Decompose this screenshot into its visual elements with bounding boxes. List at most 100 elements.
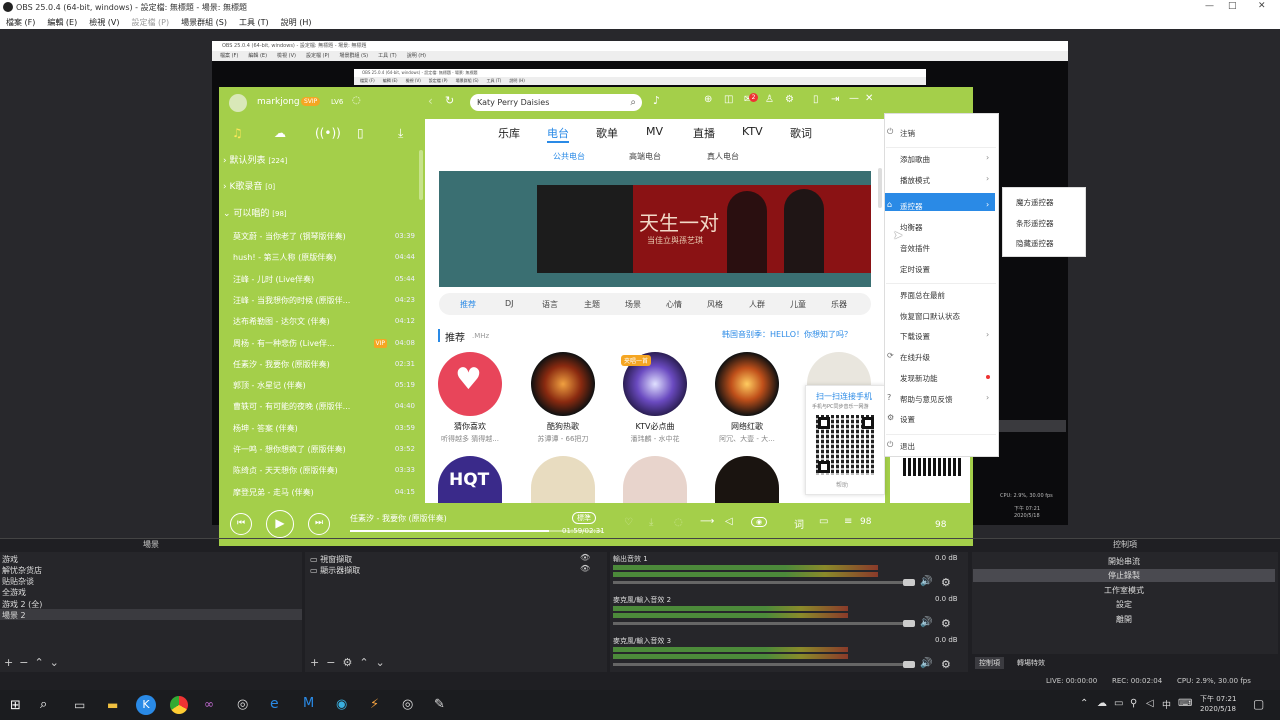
add-icon[interactable]: + — [4, 656, 13, 669]
menu-item[interactable]: 音效插件 — [900, 243, 930, 254]
close-icon[interactable]: ✕ — [865, 93, 873, 104]
song-row[interactable]: 周杨 - 有一种悲伤 (Live伴... VIP 04:08 — [233, 333, 415, 354]
restore-icon[interactable]: ⇥ — [831, 94, 839, 105]
download-icon[interactable]: ⤓ — [398, 126, 403, 141]
move-up-icon[interactable]: ⌃ — [34, 656, 43, 669]
quality-button[interactable]: 標準 — [572, 512, 596, 524]
infinity-icon[interactable]: ∞ — [204, 697, 214, 711]
lyrics-icon[interactable]: 词 — [794, 516, 804, 531]
speaker-icon[interactable]: 🔊 — [920, 576, 932, 587]
menu-view[interactable]: 檢視 (V) — [89, 17, 119, 28]
volume-slider[interactable] — [613, 663, 915, 666]
sidebar-scrollbar[interactable] — [419, 150, 423, 200]
avatar[interactable] — [229, 94, 247, 112]
more-icon[interactable]: ◌ — [674, 517, 683, 528]
menu-item[interactable]: 界面总在最前 — [900, 290, 945, 301]
close-icon[interactable]: ✕ — [1258, 1, 1266, 11]
minimize-icon[interactable]: — — [1205, 1, 1214, 11]
usb-icon[interactable]: ⚲ — [1130, 698, 1137, 709]
song-row[interactable]: 曹轶可 - 有可能的夜晚 (原版伴... 04:40 — [233, 396, 415, 417]
list-singable[interactable]: ⌄ 可以唱的 [98] — [223, 206, 287, 219]
chrome-icon[interactable] — [170, 696, 188, 714]
song-row[interactable]: 汪峰 - 当我想你的时候 (原版伴... 04:23 — [233, 290, 415, 311]
add-icon[interactable]: + — [310, 656, 319, 669]
scene-item[interactable]: 贴贴杂谈 — [2, 576, 34, 587]
playlist-icon[interactable]: ≡ — [844, 516, 852, 527]
task-view-icon[interactable]: ▭ — [74, 698, 85, 712]
cat-mood[interactable]: 心情 — [666, 299, 682, 310]
edge-icon[interactable]: e — [270, 696, 279, 712]
game-icon[interactable]: ⊕ — [704, 94, 712, 105]
song-row[interactable]: 郭顶 - 水星记 (伴奏) 05:19 — [233, 375, 415, 396]
song-row[interactable]: 任素汐 - 我要你 (原版伴奏) 02:31 — [233, 354, 415, 375]
cat-style[interactable]: 风格 — [707, 299, 723, 310]
menu-item[interactable]: 在线升级 — [900, 352, 930, 363]
menu-item[interactable]: 设置 — [900, 414, 915, 425]
volume-knob[interactable] — [903, 620, 915, 627]
menu-tools[interactable]: 工具 (T) — [239, 17, 269, 28]
prev-button[interactable]: ⏮ — [230, 513, 252, 535]
kugou-icon[interactable]: K — [136, 695, 156, 715]
keyboard-icon[interactable]: ⌨ — [1178, 698, 1192, 709]
station-card-net[interactable] — [715, 352, 779, 416]
station-card-hot[interactable] — [531, 352, 595, 416]
menu-item[interactable]: 添加歌曲 › — [900, 153, 989, 165]
eye-icon[interactable]: 👁 — [580, 564, 590, 573]
exit-button[interactable]: 離開 — [973, 613, 1275, 626]
refresh-icon[interactable]: ↻ — [445, 94, 454, 107]
windows-start-icon[interactable]: ⊞ — [10, 698, 21, 713]
menu-help[interactable]: 說明 (H) — [281, 17, 312, 28]
cloud-icon[interactable]: ☁ — [274, 126, 286, 140]
station-name[interactable]: 酷狗热歌 — [523, 421, 603, 432]
source-item[interactable]: ▭ 顯示器擷取 — [310, 565, 360, 576]
menu-item[interactable]: 定时设置 — [900, 264, 930, 275]
download-song-icon[interactable]: ⤓ — [649, 517, 653, 528]
section-link[interactable]: 韩国音别季：HELLO！你想知了吗？ — [722, 329, 852, 340]
ime-indicator[interactable]: 中 — [1162, 698, 1171, 711]
app-circle-icon[interactable]: ◉ — [336, 697, 347, 712]
move-up-icon[interactable]: ⌃ — [359, 656, 368, 669]
station-name[interactable]: 网络红歌 — [707, 421, 787, 432]
submenu-item[interactable]: 隐藏遥控器 — [1016, 238, 1054, 249]
radio-icon[interactable]: ((•)) — [315, 126, 341, 140]
play-mode-icon[interactable]: ⟶ — [700, 516, 714, 527]
username[interactable]: markjong — [257, 97, 300, 107]
search-input[interactable]: Katy Perry Daisies ⌕ — [470, 94, 642, 111]
subtab-real-person[interactable]: 真人电台 — [707, 151, 739, 162]
play-button[interactable]: ▶ — [266, 510, 294, 538]
scene-item[interactable]: 解忧杂货店 — [2, 565, 42, 576]
tab-mv[interactable]: MV — [646, 125, 663, 138]
cat-dj[interactable]: DJ — [505, 299, 514, 308]
now-playing-title[interactable]: 任素汐 - 我要你 (原版伴奏) — [350, 513, 447, 524]
volume-icon[interactable]: ◁ — [725, 516, 733, 527]
cat-kids[interactable]: 儿童 — [790, 299, 806, 310]
settings-button[interactable]: 設定 — [973, 598, 1275, 611]
volume-slider[interactable] — [613, 581, 915, 584]
song-row[interactable]: hush! - 第三人称 (原版伴奏) 04:44 — [233, 247, 415, 268]
tab-lyrics[interactable]: 歌词 — [790, 125, 812, 141]
subtab-premium[interactable]: 高端电台 — [629, 151, 661, 162]
cat-crowd[interactable]: 人群 — [749, 299, 765, 310]
next-button[interactable]: ⏭ — [308, 513, 330, 535]
gear-icon[interactable]: ⚙ — [785, 94, 794, 105]
station-name[interactable]: 猜你喜欢 — [430, 421, 510, 432]
speaker-icon[interactable]: ◁ — [1146, 698, 1154, 709]
tab-controls[interactable]: 控制項 — [975, 657, 1004, 669]
menu-profile[interactable]: 設定檔 (P) — [132, 17, 170, 28]
tab-radio[interactable]: 电台 — [547, 125, 569, 141]
tab-ktv[interactable]: KTV — [742, 125, 763, 138]
station-card-guess[interactable]: ♥ — [438, 352, 502, 416]
menu-scene-collection[interactable]: 場景群組 (S) — [181, 17, 227, 28]
search-icon[interactable]: ⌕ — [40, 697, 47, 712]
menu-item[interactable]: 退出 — [900, 441, 915, 452]
remove-icon[interactable]: − — [19, 656, 28, 669]
submenu-item[interactable]: 条形遥控器 — [1016, 218, 1054, 229]
tray-up-icon[interactable]: ⌃ — [1080, 698, 1088, 709]
search-icon[interactable]: ⌕ — [630, 94, 636, 111]
clock-date[interactable]: 2020/5/18 — [1200, 705, 1236, 713]
volume-knob[interactable] — [903, 579, 915, 586]
sound-effect-button[interactable]: ◉ — [751, 517, 768, 527]
stop-recording-button[interactable]: 停止錄製 — [973, 569, 1275, 582]
shirt-icon[interactable]: ♙ — [765, 94, 774, 105]
menu-item[interactable]: 播放模式 › — [900, 174, 989, 186]
